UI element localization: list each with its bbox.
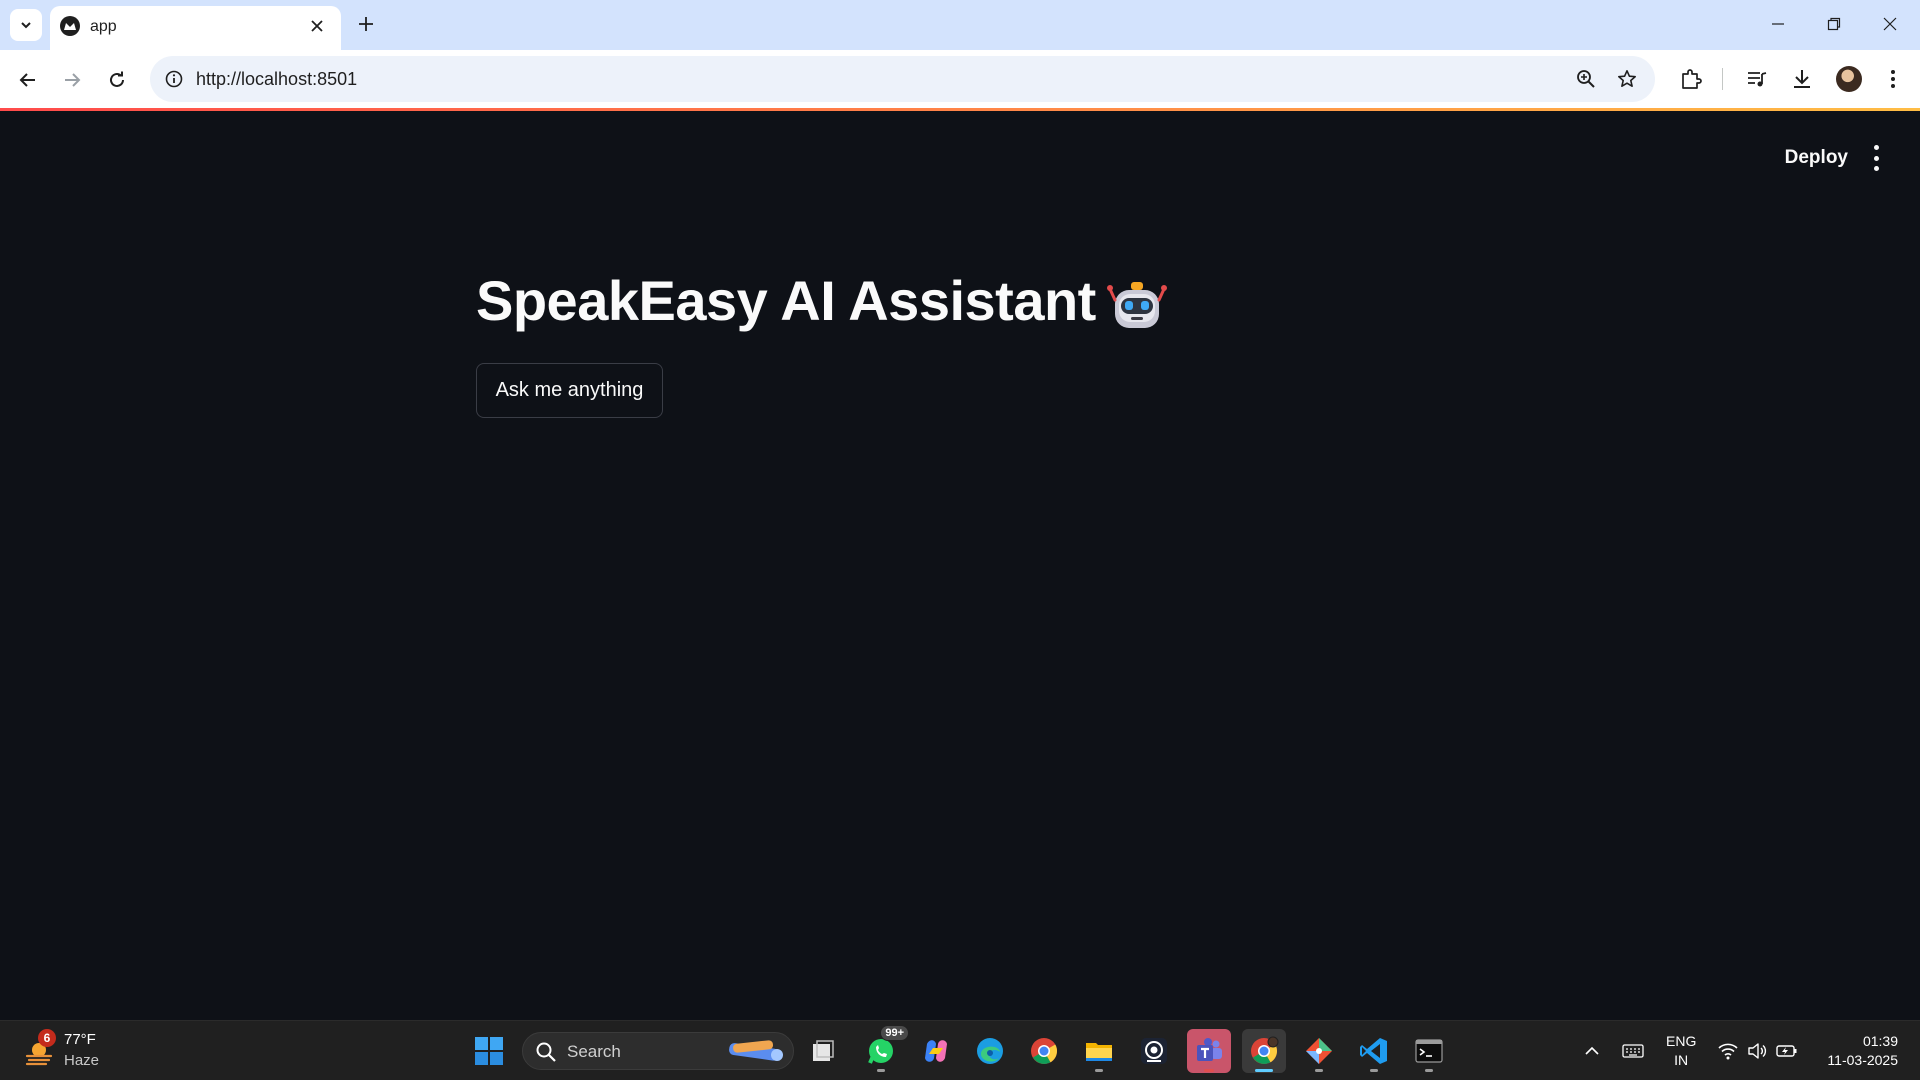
edge-icon: [977, 1038, 1003, 1064]
input-language-indicator[interactable]: ENG IN: [1666, 1032, 1696, 1070]
site-info-icon[interactable]: [162, 67, 186, 91]
search-highlight-art-icon: [729, 1040, 783, 1061]
running-indicator: [1425, 1069, 1433, 1072]
toolbar-separator: [1722, 68, 1723, 90]
search-placeholder: Search: [567, 1042, 621, 1061]
active-indicator: [1255, 1069, 1273, 1072]
show-hidden-icons-button[interactable]: [1580, 1039, 1604, 1063]
chrome-icon: [1031, 1038, 1058, 1064]
profile-avatar[interactable]: [1836, 66, 1862, 92]
taskbar-clock[interactable]: 01:39 11-03-2025: [1827, 1032, 1898, 1070]
volume-icon[interactable]: [1745, 1039, 1769, 1063]
ask-me-anything-button[interactable]: Ask me anything: [476, 363, 663, 418]
reload-icon: [110, 71, 124, 87]
running-indicator: [1370, 1069, 1378, 1072]
taskbar-app-camera[interactable]: [1132, 1029, 1176, 1073]
taskbar-app-edge[interactable]: [968, 1029, 1012, 1073]
chevron-down-icon: [21, 22, 31, 29]
browser-menu-icon[interactable]: [1879, 65, 1907, 93]
arrow-left-icon: [19, 73, 35, 87]
wifi-icon[interactable]: [1716, 1039, 1740, 1063]
reload-button[interactable]: [101, 64, 133, 96]
streamlit-favicon-icon: [60, 16, 80, 36]
minimize-icon: [1772, 23, 1784, 25]
bookmark-star-icon[interactable]: [1615, 67, 1639, 91]
download-icon[interactable]: [1788, 65, 1816, 93]
deploy-button[interactable]: Deploy: [1785, 147, 1848, 169]
close-tab-icon[interactable]: [305, 14, 329, 38]
git-icon: [1306, 1038, 1332, 1064]
taskbar-app-copilot[interactable]: [914, 1029, 958, 1073]
running-indicator: [1315, 1069, 1323, 1072]
zoom-icon[interactable]: [1574, 67, 1598, 91]
touch-keyboard-button[interactable]: [1621, 1039, 1645, 1063]
windows-taskbar: 6 77°F Haze Search 99+ ENG IN 01:39 11-0…: [0, 1020, 1920, 1080]
taskbar-app-git[interactable]: [1297, 1029, 1341, 1073]
close-icon: [1883, 17, 1897, 31]
teams-icon: [1197, 1038, 1222, 1061]
task-view-icon: [813, 1040, 834, 1061]
page-title: SpeakEasy AI Assistant: [476, 269, 1096, 332]
restore-window-button[interactable]: [1806, 0, 1862, 48]
start-button[interactable]: [467, 1029, 511, 1073]
vscode-icon: [1360, 1038, 1387, 1064]
taskbar-app-file-explorer[interactable]: [1077, 1029, 1121, 1073]
language-region: IN: [1674, 1052, 1689, 1068]
chrome-profile-icon: [1251, 1036, 1279, 1064]
clock-time: 01:39: [1862, 1033, 1898, 1049]
copilot-icon: [925, 1040, 947, 1062]
taskbar-app-chrome-active[interactable]: [1242, 1029, 1286, 1073]
taskbar-app-terminal[interactable]: [1407, 1029, 1451, 1073]
address-bar[interactable]: http://localhost:8501: [150, 56, 1655, 102]
browser-toolbar: http://localhost:8501: [0, 50, 1920, 108]
back-button[interactable]: [12, 64, 44, 96]
chevron-up-icon: [1585, 1046, 1599, 1055]
tab-search-button[interactable]: [10, 9, 42, 41]
folder-icon: [1086, 1043, 1112, 1061]
plus-icon: [359, 17, 373, 31]
taskbar-app-teams[interactable]: [1187, 1029, 1231, 1073]
weather-condition: Haze: [64, 1052, 100, 1069]
extensions-icon[interactable]: [1677, 65, 1705, 93]
browser-tab-active[interactable]: app: [50, 6, 341, 50]
terminal-icon: [1415, 1039, 1443, 1063]
task-view-button[interactable]: [801, 1029, 845, 1073]
running-indicator: [1095, 1069, 1103, 1072]
url-text: http://localhost:8501: [196, 69, 358, 89]
whatsapp-unread-badge: 99+: [880, 1025, 909, 1041]
taskbar-app-chrome[interactable]: [1022, 1029, 1066, 1073]
main-menu-icon[interactable]: [1872, 145, 1880, 171]
clock-date: 11-03-2025: [1827, 1052, 1898, 1068]
taskbar-search-box[interactable]: Search: [522, 1032, 794, 1070]
running-indicator: [1204, 1069, 1214, 1072]
taskbar-app-whatsapp[interactable]: 99+: [859, 1025, 909, 1073]
minimize-window-button[interactable]: [1750, 0, 1806, 48]
browser-tab-strip: app: [0, 0, 1920, 50]
tab-title: app: [90, 18, 117, 35]
forward-button[interactable]: [56, 64, 88, 96]
new-tab-button[interactable]: [352, 10, 380, 38]
robot-icon: [1107, 282, 1167, 328]
keyboard-icon: [1622, 1044, 1644, 1058]
windows-logo-icon: [475, 1037, 503, 1065]
taskbar-app-vscode[interactable]: [1352, 1029, 1396, 1073]
arrow-right-icon: [65, 73, 81, 87]
running-indicator: [877, 1069, 885, 1072]
weather-alert-badge: 6: [38, 1029, 56, 1047]
battery-charging-icon[interactable]: [1775, 1039, 1799, 1063]
search-icon: [536, 1042, 556, 1062]
camera-app-icon: [1141, 1038, 1167, 1064]
close-window-button[interactable]: [1862, 0, 1918, 48]
weather-temperature: 77°F: [64, 1031, 96, 1048]
streamlit-app: Deploy SpeakEasy AI Assistant Ask me any…: [0, 111, 1920, 1020]
restore-icon: [1827, 17, 1841, 31]
media-controls-icon[interactable]: [1743, 65, 1771, 93]
language-code: ENG: [1666, 1033, 1697, 1049]
